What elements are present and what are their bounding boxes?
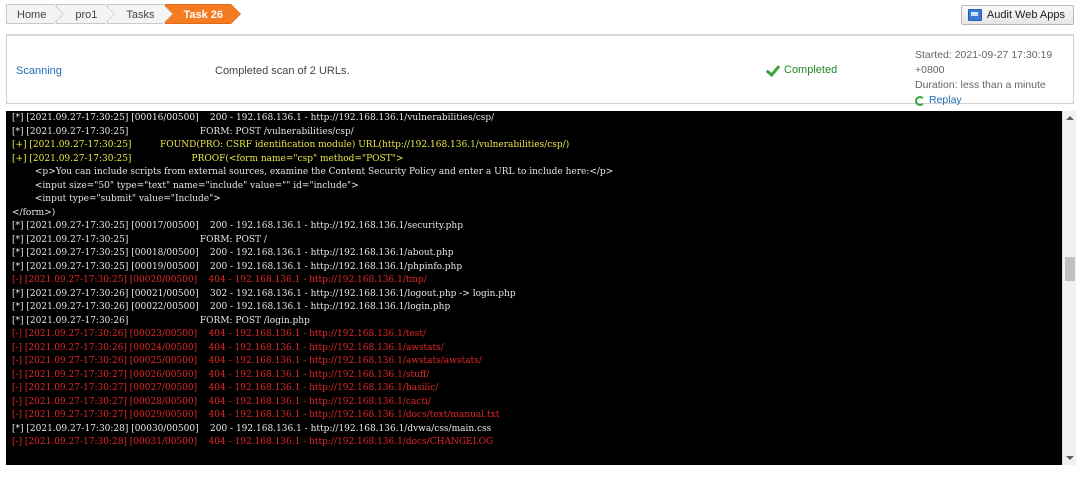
duration: Duration: less than a minute xyxy=(915,79,1046,91)
task-state: Scanning xyxy=(16,65,62,77)
replay-icon xyxy=(915,95,925,106)
log-line: [-] [2021.09.27-17:30:27] [00028/00500] … xyxy=(12,396,431,407)
log-line: [-] [2021.09.27-17:30:26] [00024/00500] … xyxy=(12,342,444,353)
log-line: [-] [2021.09.27-17:30:28] [00031/00500] … xyxy=(12,437,494,447)
monitor-icon xyxy=(967,9,982,21)
replay-label: Replay xyxy=(929,94,962,106)
completed-status: Completed xyxy=(765,64,837,76)
scroll-up-arrow-icon[interactable] xyxy=(1066,116,1074,120)
console-scrollbar[interactable] xyxy=(1062,111,1076,465)
log-line: [+] [2021.09.27-17:30:25] PROOF(<form na… xyxy=(12,153,404,164)
log-line: [*] [2021.09.27-17:30:25] FORM: POST / xyxy=(12,234,267,245)
breadcrumb: Home pro1 Tasks Task 26 xyxy=(6,4,241,24)
checkmark-icon xyxy=(765,64,779,76)
log-line: [-] [2021.09.27-17:30:25] [00020/00500] … xyxy=(12,275,427,285)
log-line: <input size="50" type="text" name="inclu… xyxy=(12,180,359,191)
log-line: [-] [2021.09.27-17:30:27] [00029/00500] … xyxy=(12,410,500,420)
replay-link[interactable]: Replay xyxy=(915,93,1073,108)
log-line: [*] [2021.09.27-17:30:26] FORM: POST /lo… xyxy=(12,315,310,326)
log-line: [-] [2021.09.27-17:30:26] [00023/00500] … xyxy=(12,329,427,339)
breadcrumb-current-task[interactable]: Task 26 xyxy=(164,4,241,24)
log-line: [*] [2021.09.27-17:30:25] [00017/00500] … xyxy=(12,221,463,231)
log-line: <p>You can include scripts from external… xyxy=(12,167,614,177)
audit-web-apps-button[interactable]: Audit Web Apps xyxy=(960,5,1074,25)
log-line: [*] [2021.09.27-17:30:26] [00021/00500] … xyxy=(12,288,516,299)
scan-log-console[interactable]: [*] [2021.09.27-17:30:25] [00016/00500] … xyxy=(6,111,1062,465)
log-line: [-] [2021.09.27-17:30:27] [00027/00500] … xyxy=(12,383,439,393)
log-line: [-] [2021.09.27-17:30:27] [00026/00500] … xyxy=(12,369,430,380)
log-line: [+] [2021.09.27-17:30:25] FOUND(PRO: CSR… xyxy=(12,140,570,150)
log-line: [*] [2021.09.27-17:30:25] [00018/00500] … xyxy=(12,248,454,258)
log-line: [*] [2021.09.27-17:30:26] [00022/00500] … xyxy=(12,302,451,312)
log-line: <input type="submit" value="Include"> xyxy=(12,194,221,204)
log-line: [*] [2021.09.27-17:30:28] [00030/00500] … xyxy=(12,423,492,434)
scroll-thumb[interactable] xyxy=(1065,257,1075,281)
task-message: Completed scan of 2 URLs. xyxy=(215,65,350,77)
log-line: [*] [2021.09.27-17:30:25] FORM: POST /vu… xyxy=(12,126,354,137)
log-line: </form>) xyxy=(12,207,56,218)
log-lines: [*] [2021.09.27-17:30:25] [00016/00500] … xyxy=(6,111,1062,450)
breadcrumb-tasks[interactable]: Tasks xyxy=(107,4,173,24)
breadcrumb-home[interactable]: Home xyxy=(6,4,65,24)
scroll-down-arrow-icon[interactable] xyxy=(1066,456,1074,460)
log-line: [-] [2021.09.27-17:30:26] [00025/00500] … xyxy=(12,356,482,366)
log-line: [*] [2021.09.27-17:30:25] [00016/00500] … xyxy=(12,113,495,123)
log-line: [*] [2021.09.27-17:30:25] [00019/00500] … xyxy=(12,261,463,272)
task-meta: Started: 2021-09-27 17:30:19 +0800 Durat… xyxy=(915,48,1073,108)
task-status-panel: Scanning Completed scan of 2 URLs. Compl… xyxy=(6,34,1074,106)
audit-web-apps-label: Audit Web Apps xyxy=(986,9,1065,21)
started-time: Started: 2021-09-27 17:30:19 +0800 xyxy=(915,49,1053,76)
completed-label: Completed xyxy=(784,64,838,76)
